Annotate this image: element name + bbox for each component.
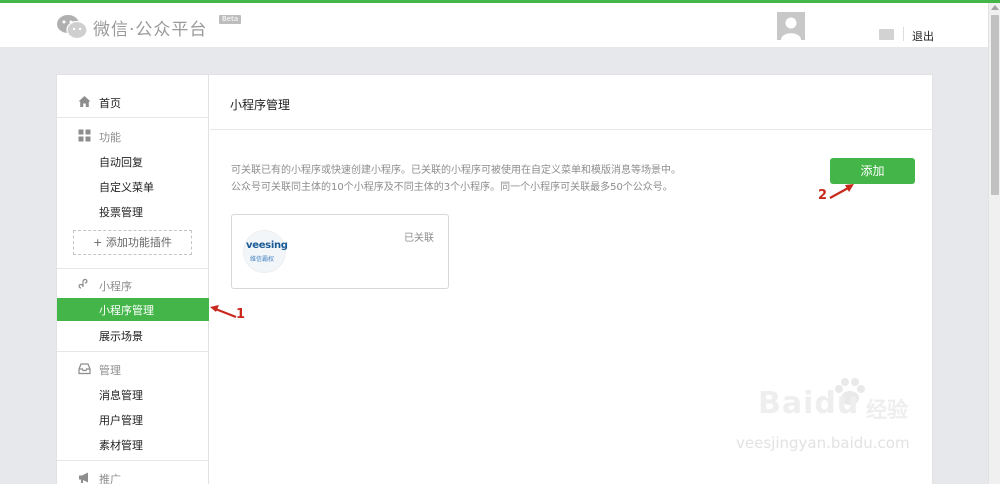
sidebar-item-messages[interactable]: 消息管理 (99, 387, 143, 403)
header: 微信·公众平台 Beta 退出 (0, 3, 988, 47)
sidebar-item-vote[interactable]: 投票管理 (99, 204, 143, 220)
description-line-2: 公众号可关联同主体的10个小程序及不同主体的3个小程序。同一个小程序可关联最多5… (231, 182, 673, 193)
wechat-logo-icon (57, 15, 88, 40)
watermark-url: veesjingyan.baidu.com (736, 434, 910, 452)
sidebar-item-users[interactable]: 用户管理 (99, 412, 143, 428)
sidebar-divider (57, 268, 209, 269)
annotation-label-2: 2 (818, 188, 828, 203)
logo-text: veesing (246, 240, 288, 251)
sidebar-item-custom-menu[interactable]: 自定义菜单 (99, 179, 154, 195)
sidebar-divider (57, 460, 209, 461)
scroll-thumb[interactable] (991, 15, 999, 195)
status-badge: 已关联 (404, 233, 434, 244)
sidebar-group-label: 功能 (99, 131, 121, 144)
page-title: 小程序管理 (230, 98, 291, 112)
watermark: Baidu 经验 veesjingyan.baidu.com (736, 378, 946, 468)
sidebar: 首页 功能 自动回复 自定义菜单 投票管理 + 添加功能插件 小程序 小程序管理… (57, 75, 209, 484)
grid-icon (78, 129, 91, 142)
annotation-arrow-1-icon (210, 305, 237, 319)
annotation-arrow-2-icon (829, 184, 854, 199)
sidebar-group-label: 小程序 (99, 280, 132, 293)
miniprogram-card[interactable]: veesing 维信霸权 已关联 (231, 214, 449, 289)
title-divider (210, 129, 933, 130)
logo-subtext: 维信霸权 (250, 256, 275, 263)
sidebar-divider (57, 117, 209, 118)
miniprogram-logo: veesing 维信霸权 (243, 230, 288, 273)
sidebar-item-auto-reply[interactable]: 自动回复 (99, 154, 143, 170)
scroll-up-arrow-icon[interactable] (991, 5, 999, 10)
add-plugin-button[interactable]: + 添加功能插件 (73, 230, 192, 255)
sidebar-item-miniprogram-manage[interactable]: 小程序管理 (57, 298, 209, 321)
sidebar-item-label: 首页 (99, 97, 121, 110)
user-silhouette-icon (781, 17, 801, 40)
description-line-1: 可关联已有的小程序或快速创建小程序。已关联的小程序可被使用在自定义菜单和模版消息… (231, 165, 681, 176)
miniprogram-icon (78, 278, 88, 289)
mail-icon[interactable] (879, 29, 894, 40)
beta-badge: Beta (219, 15, 242, 24)
inbox-icon (78, 363, 91, 375)
sidebar-item-materials[interactable]: 素材管理 (99, 437, 143, 453)
page-scrollbar[interactable] (988, 3, 1000, 484)
sidebar-divider (57, 351, 209, 352)
app-title[interactable]: 微信·公众平台 (93, 15, 207, 40)
sidebar-group-label: 推广 (99, 473, 121, 484)
sidebar-item-label: 小程序管理 (99, 304, 154, 317)
watermark-suffix: 经验 (866, 398, 908, 422)
annotation-label-1: 1 (236, 307, 246, 322)
avatar[interactable] (777, 12, 805, 40)
sidebar-group-label: 管理 (99, 364, 121, 377)
watermark-brand: Baidu (758, 386, 860, 421)
megaphone-icon (79, 472, 88, 483)
logout-link[interactable]: 退出 (912, 28, 934, 44)
header-separator (903, 27, 904, 41)
home-icon (78, 96, 91, 107)
sidebar-item-display-scene[interactable]: 展示场景 (99, 328, 143, 344)
